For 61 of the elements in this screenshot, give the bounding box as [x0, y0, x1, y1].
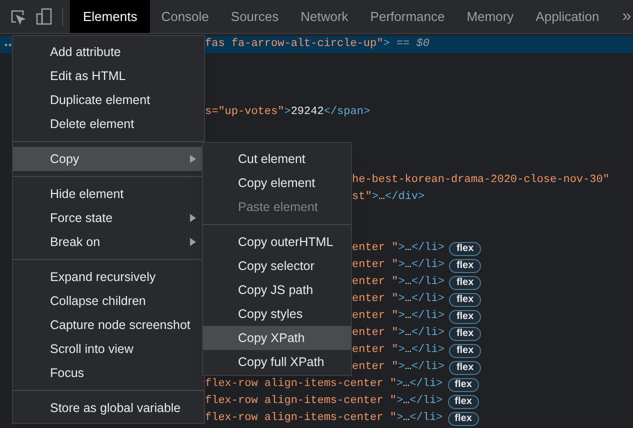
code-line: enter ">…</li> [352, 360, 444, 376]
code-line: s="up-votes">29242</span> [205, 105, 370, 120]
flex-badge[interactable]: flex [449, 276, 481, 290]
menu-item[interactable]: Add attribute [13, 40, 204, 64]
panel-tab[interactable]: Elements [70, 0, 150, 33]
panel-tab[interactable]: Network [290, 0, 360, 33]
code-line: st">…</div> [352, 190, 425, 206]
code-line: fas fa-arrow-alt-circle-up"> == $0 [205, 37, 430, 52]
menu-item[interactable]: Collapse children [13, 289, 204, 313]
menu-item[interactable]: Copy XPath [203, 326, 351, 350]
panel-tab[interactable]: Sources [220, 0, 290, 33]
flex-badge[interactable]: flex [449, 344, 481, 358]
menu-item[interactable]: Edit as HTML [13, 64, 204, 88]
menu-item[interactable]: Delete element [13, 112, 204, 136]
flex-badge[interactable]: flex [448, 378, 479, 392]
code-line: flex-row align-items-center ">…</li> [205, 394, 443, 410]
menu-item[interactable]: Duplicate element [13, 88, 204, 112]
menu-item[interactable]: Copy element [203, 171, 351, 195]
code-line: enter ">…</li> [352, 241, 444, 256]
menu-item[interactable]: Copy [13, 147, 204, 171]
menu-item[interactable]: Scroll into view [13, 337, 204, 361]
flex-badge[interactable]: flex [448, 394, 479, 408]
menu-item[interactable]: Copy full XPath [203, 350, 351, 374]
code-line: enter ">…</li> [352, 275, 444, 290]
flex-badge[interactable]: flex [449, 310, 481, 324]
code-line: enter ">…</li> [352, 343, 444, 358]
flex-badge[interactable]: flex [449, 326, 481, 340]
submenu-arrow-icon [190, 238, 196, 246]
menu-item[interactable]: Focus [13, 361, 204, 385]
flex-badge[interactable]: flex [449, 292, 481, 306]
flex-badge[interactable]: flex [449, 360, 481, 374]
menu-item[interactable]: Copy styles [203, 302, 351, 326]
menu-item[interactable]: Cut element [203, 147, 351, 171]
menu-item[interactable]: Capture node screenshot [13, 313, 204, 337]
submenu-arrow-icon [190, 214, 196, 222]
flex-badge[interactable]: flex [448, 412, 479, 426]
panel-tab[interactable]: Memory [456, 0, 525, 33]
menu-item[interactable]: Hide element [13, 182, 204, 206]
menu-item[interactable]: Break on [13, 230, 204, 254]
panel-tab[interactable]: Performance [359, 0, 456, 33]
menu-item[interactable]: Store as global variable [13, 396, 204, 420]
menu-item[interactable]: Copy JS path [203, 278, 351, 302]
submenu-arrow-icon [190, 155, 196, 163]
code-line: flex-row align-items-center ">…</li> [205, 411, 443, 426]
panel-tab[interactable]: Console [150, 0, 220, 33]
more-tabs-button[interactable]: » [622, 8, 632, 24]
flex-badge[interactable]: flex [449, 242, 481, 256]
menu-item[interactable]: Copy outerHTML [203, 230, 351, 254]
panel-tab[interactable]: Application [524, 0, 610, 33]
menu-item[interactable]: Expand recursively [13, 265, 204, 289]
code-line: enter ">…</li> [352, 309, 444, 324]
inspect-icon[interactable] [10, 8, 26, 24]
code-line: flex-row align-items-center ">…</li> [205, 377, 443, 392]
flex-badge[interactable]: flex [449, 258, 481, 272]
menu-item[interactable]: Force state [13, 206, 204, 230]
device-icon[interactable] [36, 8, 52, 25]
code-line: he-best-korean-drama-2020-close-nov-30" [352, 173, 610, 188]
code-line: enter ">…</li> [352, 326, 444, 342]
code-line: enter ">…</li> [352, 258, 444, 274]
code-line: enter ">…</li> [352, 292, 444, 308]
menu-item[interactable]: Copy selector [203, 254, 351, 278]
